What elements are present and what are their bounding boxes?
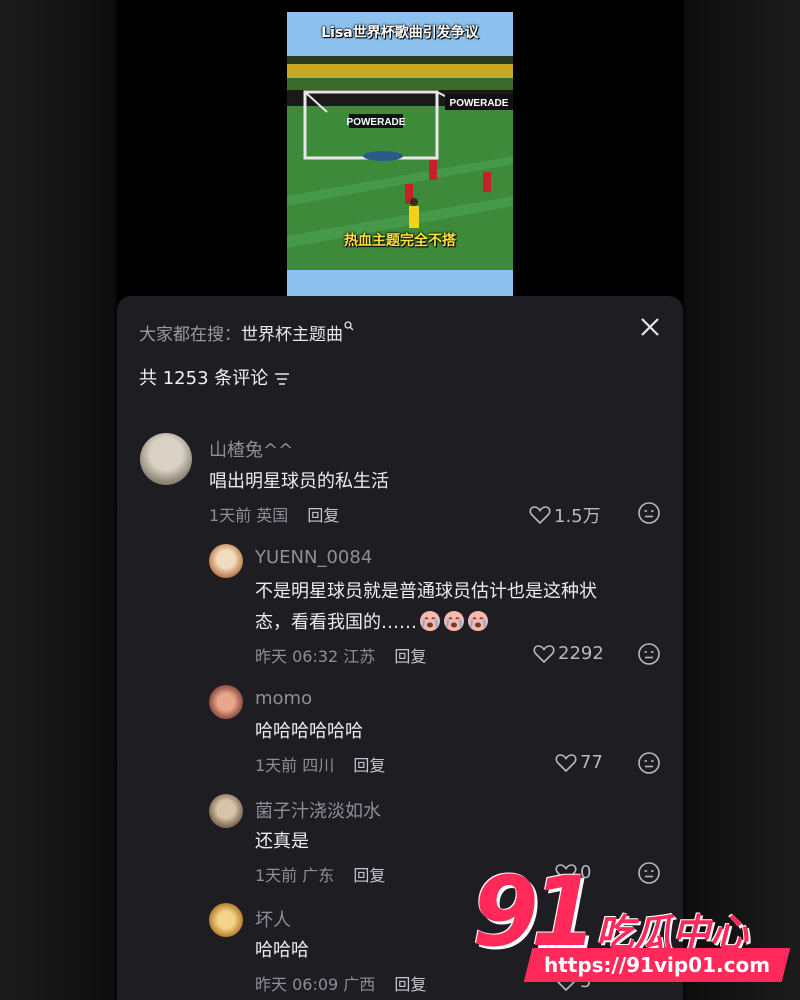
comment-meta: 1天前 广东 回复 bbox=[255, 862, 385, 886]
comment-location: 英国 bbox=[256, 506, 289, 525]
avatar[interactable] bbox=[209, 544, 243, 578]
comment-location: 江苏 bbox=[343, 647, 376, 666]
video-caption: 热血主题完全不搭 bbox=[344, 233, 456, 249]
like-count: 1.5万 bbox=[554, 506, 601, 527]
emoji-react-icon[interactable] bbox=[637, 751, 661, 775]
comment-meta: 1天前 英国 回复 bbox=[209, 502, 339, 526]
comment-text-line2: 态，看看我国的…… bbox=[255, 607, 489, 638]
ad-board-text-2: POWERADE bbox=[450, 98, 509, 109]
like-count: 2292 bbox=[558, 643, 604, 664]
crying-emoji-icon bbox=[444, 611, 464, 631]
like-count: 77 bbox=[580, 752, 603, 773]
avatar[interactable] bbox=[209, 794, 243, 828]
crying-emoji-icon bbox=[468, 611, 488, 631]
comment-time: 1天前 bbox=[209, 506, 252, 525]
comment-meta: 昨天 06:32 江苏 回复 bbox=[255, 643, 426, 667]
comment-text: 还真是 bbox=[255, 831, 309, 852]
comment-count-text: 共 1253 条评论 bbox=[139, 368, 269, 389]
heart-icon bbox=[533, 644, 555, 663]
reply-button[interactable]: 回复 bbox=[307, 506, 339, 525]
avatar[interactable] bbox=[209, 685, 243, 719]
comment-meta: 1天前 四川 回复 bbox=[255, 752, 385, 776]
comment-text: 唱出明星球员的私生活 bbox=[209, 471, 389, 492]
heart-icon bbox=[529, 506, 551, 525]
watermark-url: https://91vip01.com bbox=[543, 953, 771, 977]
comment-text: 哈哈哈 bbox=[255, 940, 309, 961]
search-suggestion[interactable]: 大家都在搜：世界杯主题曲 bbox=[139, 320, 354, 345]
video-thumbnail[interactable]: POWERADE POWERADE Lisa世界杯歌曲引发争议 热血主题完全不搭 bbox=[287, 12, 513, 296]
reply-button[interactable]: 回复 bbox=[353, 866, 385, 885]
comment-time: 1天前 bbox=[255, 866, 298, 885]
comment-location: 四川 bbox=[302, 756, 335, 775]
emoji-react-icon[interactable] bbox=[637, 642, 661, 666]
comment-count: 共 1253 条评论 bbox=[139, 364, 290, 390]
username[interactable]: 山楂兔^^ bbox=[209, 436, 293, 462]
comment-time: 1天前 bbox=[255, 756, 298, 775]
video-title: Lisa世界杯歌曲引发争议 bbox=[321, 25, 479, 41]
close-icon[interactable] bbox=[639, 316, 661, 338]
comment-time: 昨天 06:09 bbox=[255, 975, 339, 994]
avatar[interactable] bbox=[209, 903, 243, 937]
heart-icon bbox=[555, 753, 577, 772]
avatar[interactable] bbox=[140, 433, 192, 485]
username[interactable]: 菌子汁浇淡如水 bbox=[255, 797, 381, 823]
comment-location: 广西 bbox=[343, 975, 376, 994]
search-icon bbox=[344, 321, 354, 331]
emoji-react-icon[interactable] bbox=[637, 501, 661, 525]
comment-time: 昨天 06:32 bbox=[255, 647, 339, 666]
like-button[interactable]: 77 bbox=[555, 752, 603, 773]
like-button[interactable]: 2292 bbox=[533, 643, 604, 664]
comment-location: 广东 bbox=[302, 866, 335, 885]
crying-emoji-icon bbox=[420, 611, 440, 631]
username[interactable]: YUENN_0084 bbox=[255, 547, 372, 568]
username[interactable]: momo bbox=[255, 688, 312, 709]
sort-icon[interactable] bbox=[274, 372, 290, 386]
search-prefix: 大家都在搜： bbox=[139, 325, 241, 345]
like-button[interactable]: 1.5万 bbox=[529, 502, 601, 528]
watermark-logo: 91 吃瓜中心 https://91vip01.com bbox=[470, 856, 800, 1000]
search-term-link[interactable]: 世界杯主题曲 bbox=[241, 325, 343, 345]
reply-button[interactable]: 回复 bbox=[394, 975, 426, 994]
ad-board-text: POWERADE bbox=[347, 117, 406, 128]
username[interactable]: 坏人 bbox=[255, 906, 291, 932]
watermark-url-banner: https://91vip01.com bbox=[523, 948, 791, 982]
comment-text-line1: 不是明星球员就是普通球员估计也是这种状 bbox=[255, 581, 597, 602]
reply-button[interactable]: 回复 bbox=[353, 756, 385, 775]
comment-text: 哈哈哈哈哈哈 bbox=[255, 721, 363, 742]
reply-button[interactable]: 回复 bbox=[394, 647, 426, 666]
comment-meta: 昨天 06:09 广西 回复 bbox=[255, 971, 426, 995]
comment-text-line2-text: 态，看看我国的…… bbox=[255, 612, 417, 633]
